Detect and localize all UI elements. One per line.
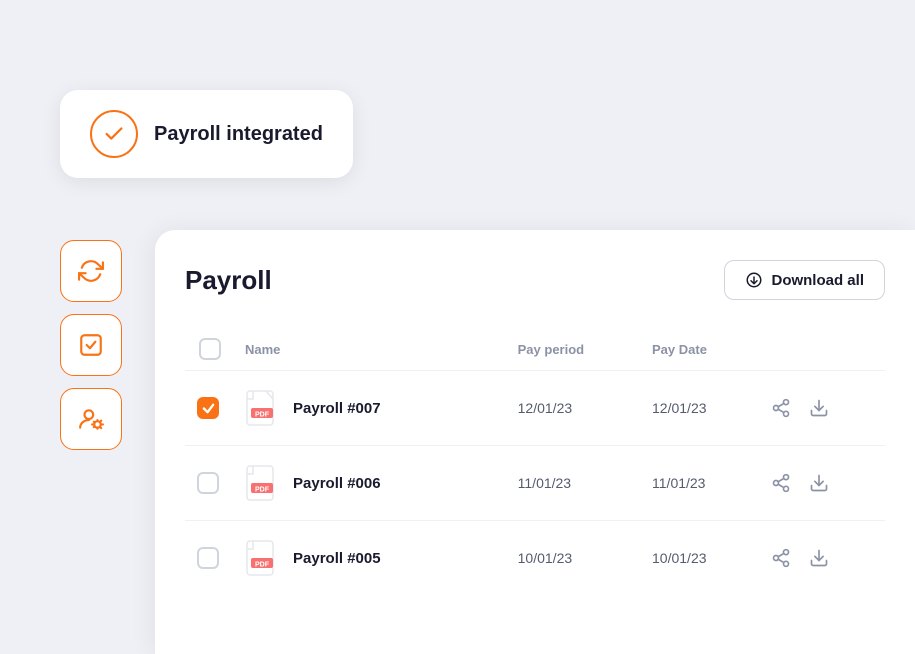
file-name: Payroll #006 — [293, 475, 381, 492]
svg-text:PDF: PDF — [255, 487, 270, 494]
row-checkbox[interactable] — [197, 472, 219, 494]
payroll-table: Name Pay period Pay Date — [185, 328, 885, 595]
svg-text:PDF: PDF — [255, 412, 270, 419]
pdf-icon: PDF — [245, 389, 279, 427]
table-row: PDF Payroll #006 11/01/23 11/01/23 — [185, 446, 885, 521]
pay-date: 12/01/23 — [640, 371, 757, 446]
sidebar — [60, 240, 122, 450]
row-checkbox[interactable] — [197, 397, 219, 419]
check-circle-icon — [90, 110, 138, 158]
panel-title: Payroll — [185, 265, 272, 296]
row-actions — [769, 471, 873, 495]
col-header-pay-date: Pay Date — [640, 328, 757, 371]
download-all-button[interactable]: Download all — [724, 260, 885, 300]
row-checkbox[interactable] — [197, 547, 219, 569]
download-all-label: Download all — [771, 272, 864, 289]
panel-header: Payroll Download all — [185, 260, 885, 300]
row-actions — [769, 546, 873, 570]
pdf-icon: PDF — [245, 539, 279, 577]
pay-period: 11/01/23 — [506, 446, 640, 521]
share-icon[interactable] — [769, 546, 793, 570]
row-actions — [769, 396, 873, 420]
table-row: PDF Payroll #007 12/01/23 12/01/23 — [185, 371, 885, 446]
share-icon[interactable] — [769, 471, 793, 495]
col-header-name: Name — [233, 328, 506, 371]
pay-date: 11/01/23 — [640, 446, 757, 521]
select-all-checkbox[interactable] — [199, 338, 221, 360]
file-name: Payroll #005 — [293, 550, 381, 567]
table-row: PDF Payroll #005 10/01/23 10/01/23 — [185, 521, 885, 596]
sidebar-item-sync[interactable] — [60, 240, 122, 302]
sidebar-item-checklist[interactable] — [60, 314, 122, 376]
pdf-icon: PDF — [245, 464, 279, 502]
download-icon[interactable] — [807, 546, 831, 570]
download-icon[interactable] — [807, 471, 831, 495]
col-header-pay-period: Pay period — [506, 328, 640, 371]
share-icon[interactable] — [769, 396, 793, 420]
file-name-cell: PDF Payroll #006 — [245, 464, 458, 502]
integration-badge: Payroll integrated — [60, 90, 353, 178]
sidebar-item-user-settings[interactable] — [60, 388, 122, 450]
download-icon[interactable] — [807, 396, 831, 420]
file-name: Payroll #007 — [293, 400, 381, 417]
pay-period: 12/01/23 — [506, 371, 640, 446]
svg-text:PDF: PDF — [255, 562, 270, 569]
pay-date: 10/01/23 — [640, 521, 757, 596]
main-panel: Payroll Download all Name P — [155, 230, 915, 654]
pay-period: 10/01/23 — [506, 521, 640, 596]
integration-title: Payroll integrated — [154, 123, 323, 146]
col-header-actions — [757, 328, 885, 371]
file-name-cell: PDF Payroll #007 — [245, 389, 458, 427]
file-name-cell: PDF Payroll #005 — [245, 539, 458, 577]
